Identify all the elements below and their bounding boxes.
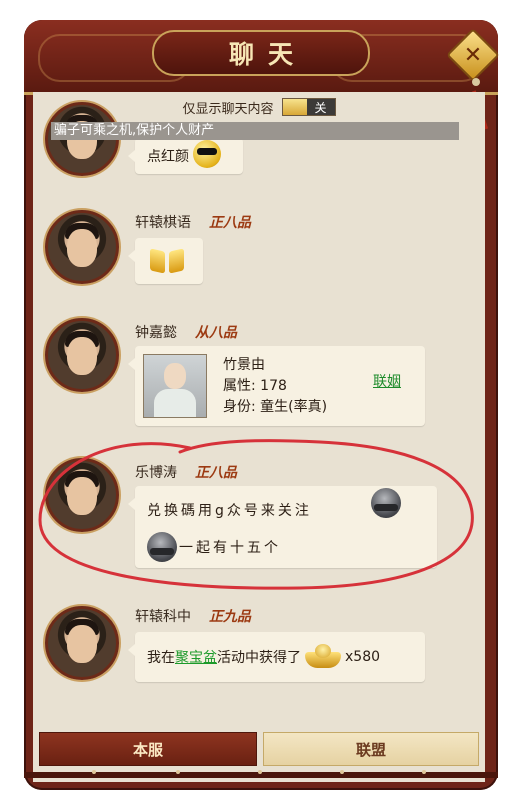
masked-face-emoji-icon [147, 532, 177, 562]
message-bubble: 我在 聚宝盆 活动中获得了 x580 [128, 632, 425, 682]
event-link[interactable]: 聚宝盆 [175, 647, 217, 667]
sender-name[interactable]: 钟嘉懿 [135, 322, 177, 342]
message-bubble: 兑换碼用g众号来关注 一起有十五个 [128, 486, 437, 568]
card-attribute: 属性: 178 [223, 377, 287, 394]
tassel-bead [472, 78, 480, 86]
rank-badge: 正九品 [209, 609, 251, 625]
filter-label: 仅显示聊天内容 [182, 101, 274, 117]
message-bubble [128, 238, 203, 284]
avatar[interactable] [45, 210, 119, 284]
sender-name[interactable]: 轩辕科中 [135, 606, 191, 626]
message-text-line2: 一起有十五个 [179, 540, 281, 556]
message-prefix: 我在 [147, 650, 175, 666]
rail-dot [422, 770, 426, 774]
message-bubble: 点红颜 [128, 138, 243, 174]
chat-title: 聊天 [152, 30, 370, 76]
scam-warning-banner: 骗子可乘之机,保护个人财产 [51, 122, 459, 140]
rail-dot [176, 770, 180, 774]
rank-badge: 从八品 [195, 325, 237, 341]
message-suffix: 活动中获得了 [217, 650, 301, 666]
masked-face-emoji-icon [371, 488, 401, 518]
character-card-bubble: 竹景由 属性: 178 身份: 童生(率真) 联姻 [128, 346, 425, 426]
rail-dot [92, 770, 96, 774]
message-text-line1: 兑换碼用g众号来关注 [147, 503, 312, 519]
toggle-knob [282, 99, 307, 115]
card-identity: 身份: 童生(率真) [223, 398, 328, 415]
close-icon: ✕ [463, 42, 483, 68]
card-name: 竹景由 [223, 356, 265, 373]
chat-log[interactable]: 仅显示聊天内容 关 骗子可乘之机,保护个人财产 点红颜 轩辕棋语 正八品 钟嘉懿… [33, 92, 485, 724]
avatar[interactable] [45, 458, 119, 532]
gold-bows-emoji-icon [149, 248, 185, 274]
sender-name[interactable]: 轩辕棋语 [135, 212, 191, 232]
reward-amount: x580 [345, 649, 381, 665]
message-text: 点红颜 [147, 149, 189, 165]
sender-name[interactable]: 乐博涛 [135, 462, 177, 482]
rank-badge: 正八品 [195, 465, 237, 481]
rank-badge: 正八品 [209, 215, 251, 231]
cool-face-emoji-icon [193, 140, 222, 168]
character-portrait[interactable] [143, 354, 207, 418]
avatar[interactable] [45, 318, 119, 392]
avatar[interactable] [45, 606, 119, 680]
marriage-link[interactable]: 联姻 [373, 371, 401, 391]
chat-only-toggle[interactable]: 关 [281, 98, 336, 116]
gold-ingot-icon [305, 644, 341, 670]
rail-dot [340, 770, 344, 774]
rail-dot [258, 770, 262, 774]
toggle-state: 关 [306, 99, 335, 115]
tab-alliance[interactable]: 联盟 [263, 732, 479, 766]
tab-server[interactable]: 本服 [39, 732, 257, 766]
